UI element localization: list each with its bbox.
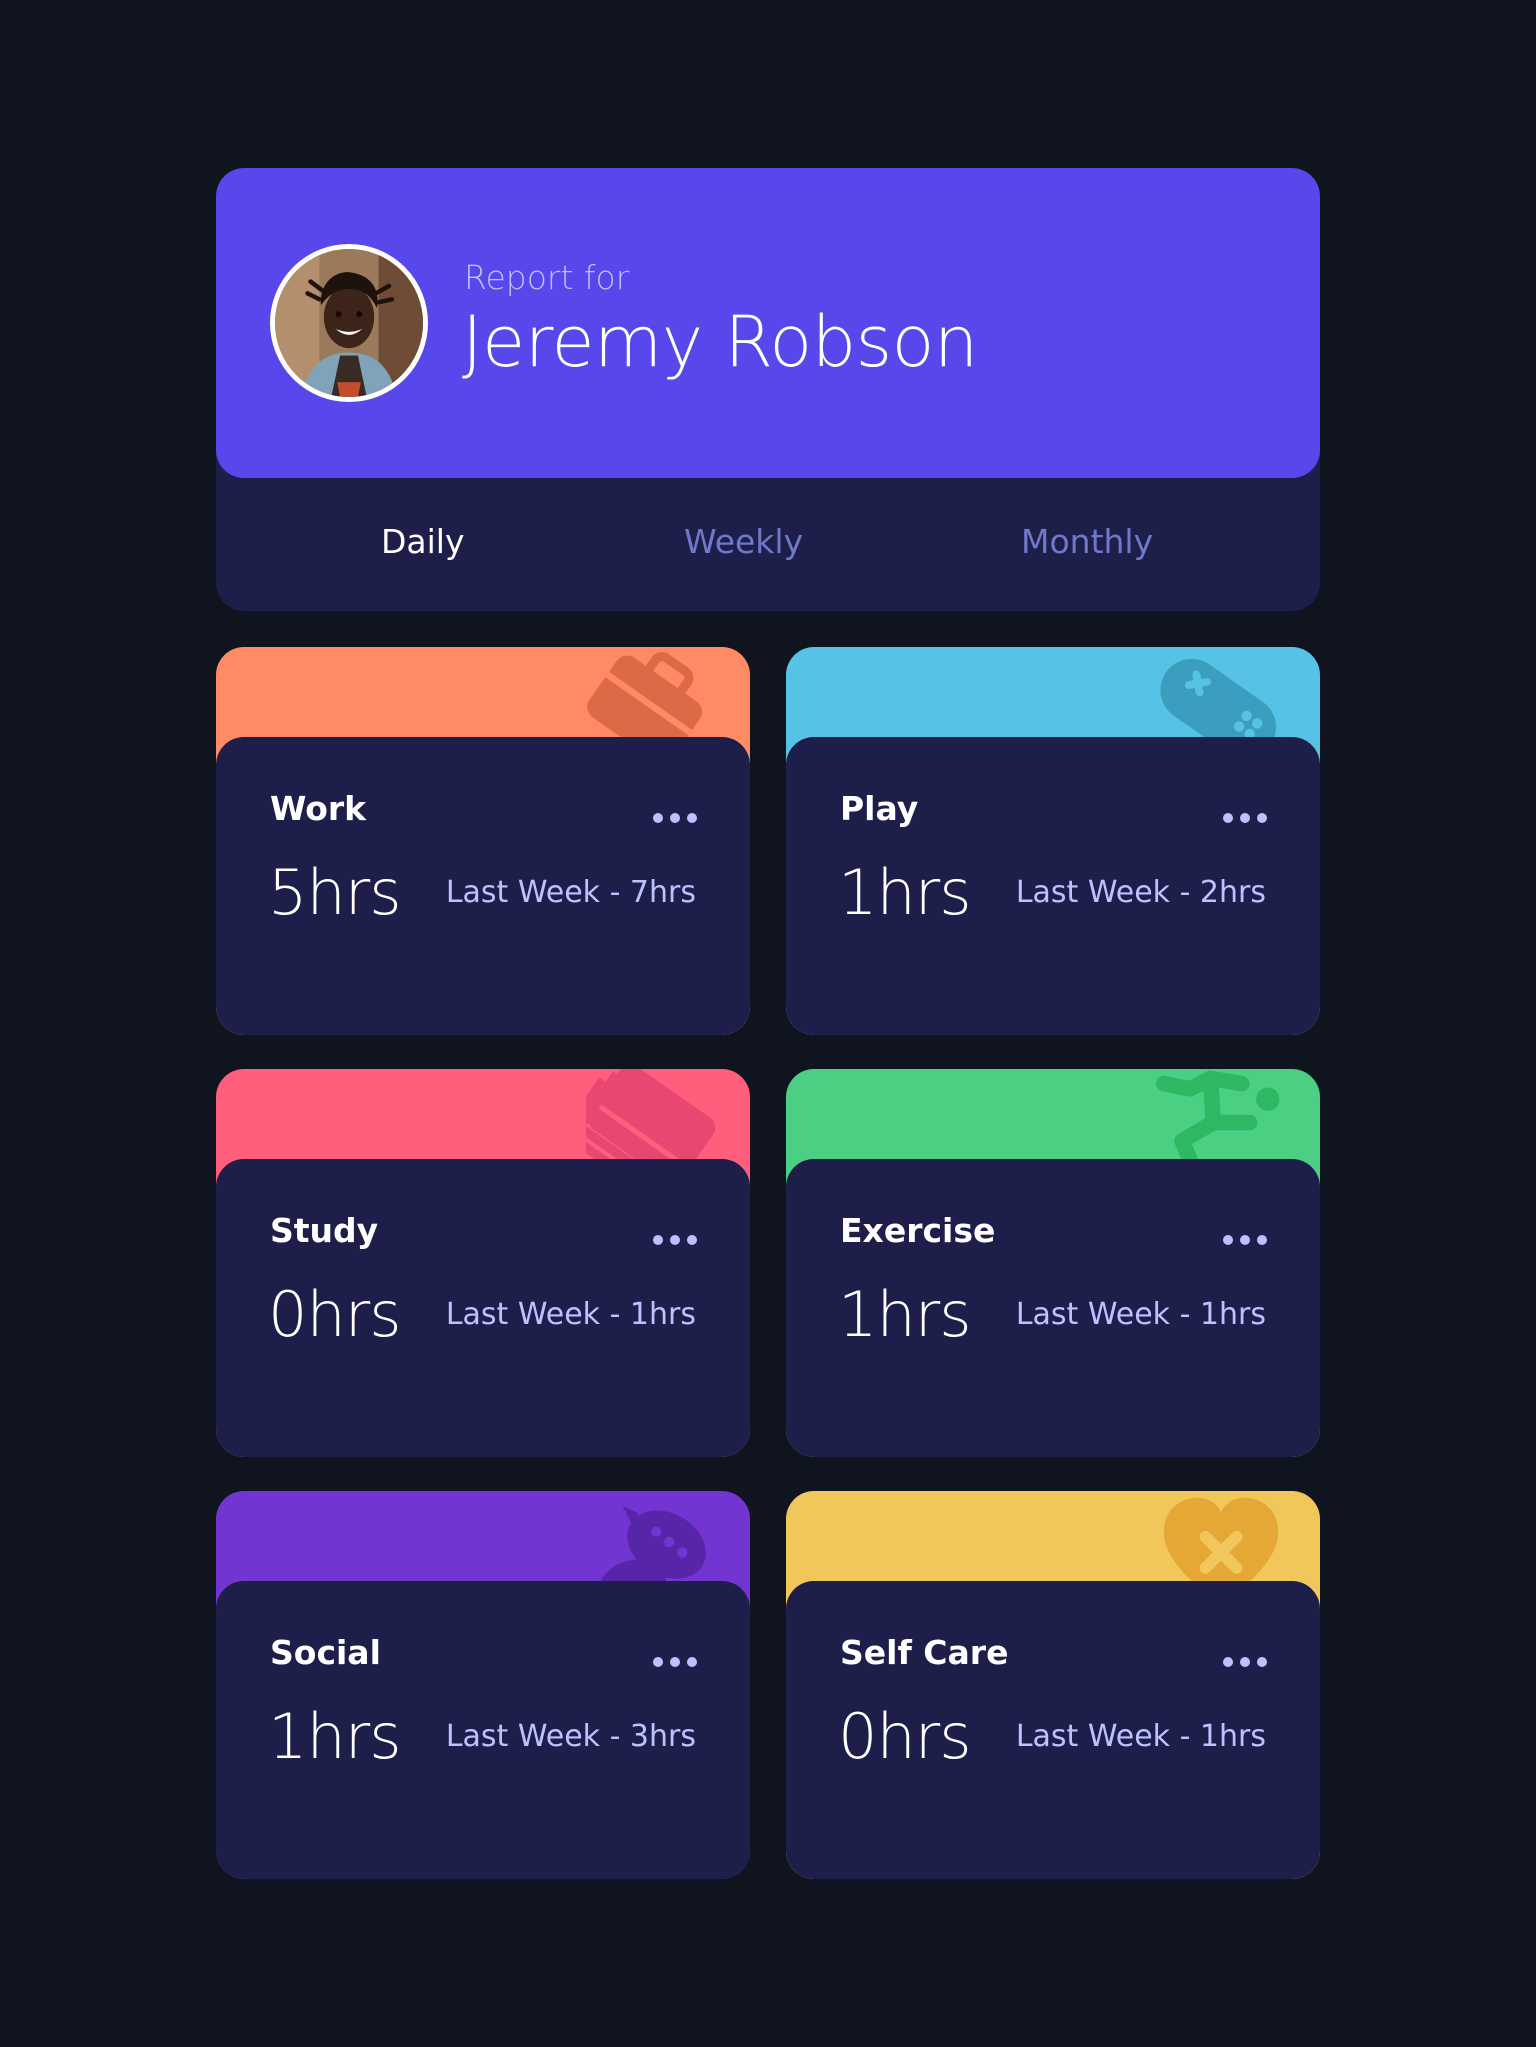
tab-daily[interactable]: Daily (381, 522, 465, 561)
tab-monthly[interactable]: Monthly (1021, 522, 1153, 561)
activity-card-work: Work 5hrs Last Week - 7hrs (216, 647, 750, 1035)
ellipsis-icon[interactable] (652, 1233, 698, 1247)
activity-card-exercise: Exercise 1hrs Last Week - 1hrs (786, 1069, 1320, 1457)
previous-hours: Last Week - 7hrs (445, 875, 696, 910)
activity-card-body[interactable]: Social 1hrs Last Week - 3hrs (216, 1581, 750, 1879)
timeframe-tabs: Daily Weekly Monthly (216, 478, 1320, 611)
previous-hours: Last Week - 2hrs (1015, 875, 1266, 910)
ellipsis-icon[interactable] (1222, 1655, 1268, 1669)
activity-card-body[interactable]: Play 1hrs Last Week - 2hrs (786, 737, 1320, 1035)
activity-title: Play (840, 789, 919, 828)
activity-title: Social (270, 1633, 381, 1672)
activity-title: Study (270, 1211, 379, 1250)
activity-card-play: Play 1hrs Last Week - 2hrs (786, 647, 1320, 1035)
activity-card-body[interactable]: Exercise 1hrs Last Week - 1hrs (786, 1159, 1320, 1457)
current-hours: 1hrs (268, 1700, 402, 1773)
avatar (270, 244, 428, 402)
ellipsis-icon[interactable] (652, 1655, 698, 1669)
activity-card-body[interactable]: Study 0hrs Last Week - 1hrs (216, 1159, 750, 1457)
activity-title: Self Care (840, 1633, 1009, 1672)
report-label: Report for (464, 258, 630, 297)
current-hours: 0hrs (838, 1700, 972, 1773)
activity-card-study: Study 0hrs Last Week - 1hrs (216, 1069, 750, 1457)
ellipsis-icon[interactable] (1222, 811, 1268, 825)
tab-weekly[interactable]: Weekly (684, 522, 803, 561)
current-hours: 1hrs (838, 856, 972, 929)
profile-header: Report for Jeremy Robson (216, 168, 1320, 478)
previous-hours: Last Week - 1hrs (1015, 1297, 1266, 1332)
current-hours: 0hrs (268, 1278, 402, 1351)
current-hours: 5hrs (268, 856, 402, 929)
previous-hours: Last Week - 1hrs (1015, 1719, 1266, 1754)
activity-title: Work (270, 789, 367, 828)
previous-hours: Last Week - 3hrs (445, 1719, 696, 1754)
activity-title: Exercise (840, 1211, 996, 1250)
previous-hours: Last Week - 1hrs (445, 1297, 696, 1332)
time-tracking-dashboard: Report for Jeremy Robson Daily Weekly Mo… (216, 168, 1320, 1879)
profile-card: Report for Jeremy Robson Daily Weekly Mo… (216, 168, 1320, 611)
activity-card-social: Social 1hrs Last Week - 3hrs (216, 1491, 750, 1879)
activity-card-body[interactable]: Work 5hrs Last Week - 7hrs (216, 737, 750, 1035)
activity-card-body[interactable]: Self Care 0hrs Last Week - 1hrs (786, 1581, 1320, 1879)
activity-card-self-care: Self Care 0hrs Last Week - 1hrs (786, 1491, 1320, 1879)
avatar-photo (275, 249, 423, 397)
ellipsis-icon[interactable] (652, 811, 698, 825)
ellipsis-icon[interactable] (1222, 1233, 1268, 1247)
current-hours: 1hrs (838, 1278, 972, 1351)
user-name: Jeremy Robson (462, 301, 978, 383)
